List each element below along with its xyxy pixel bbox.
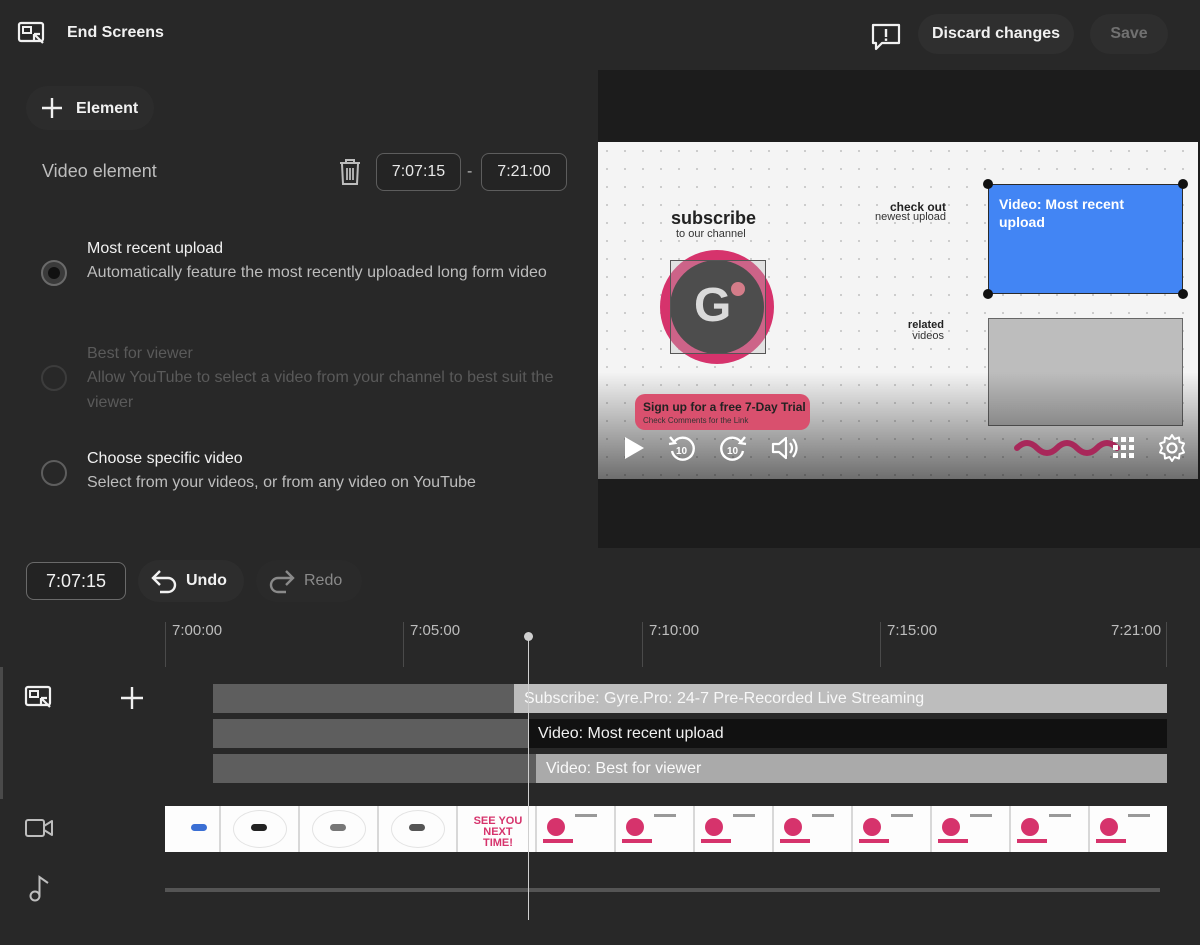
audio-waveform[interactable] [165, 888, 1160, 892]
grid-icon[interactable] [1108, 432, 1140, 464]
decorative-squiggle [1014, 440, 1120, 456]
delete-icon[interactable] [338, 158, 362, 186]
ruler-tick [880, 622, 881, 667]
track-best-for-viewer[interactable]: Video: Best for viewer [536, 754, 1167, 783]
undo-button[interactable]: Undo [138, 560, 244, 602]
add-element-label: Element [76, 100, 139, 117]
ruler-tick [642, 622, 643, 667]
redo-button[interactable]: Redo [256, 560, 362, 602]
filmstrip-frame [932, 806, 1012, 852]
track-most-recent-upload[interactable]: Video: Most recent upload [528, 719, 1167, 748]
radio-choose-specific-video[interactable] [41, 460, 67, 486]
ruler-tick [1166, 622, 1167, 667]
radio-most-recent-upload[interactable] [41, 260, 67, 286]
filmstrip-frame [774, 806, 854, 852]
filmstrip-frame [615, 806, 695, 852]
option-title: Best for viewer [87, 345, 193, 362]
track-2-leadin [213, 719, 529, 748]
resize-handle-top-right[interactable] [1178, 179, 1188, 189]
filmstrip-frame [220, 806, 300, 852]
option-description: Automatically feature the most recently … [87, 264, 547, 281]
start-time-input[interactable]: 7:07:15 [376, 153, 461, 191]
settings-icon[interactable] [1156, 432, 1188, 464]
ruler-label: 7:00:00 [172, 622, 223, 639]
end-screen-track-icon [24, 685, 52, 708]
option-description: Select from your videos, or from any vid… [87, 474, 476, 491]
video-track-icon [25, 819, 53, 837]
radio-best-for-viewer [41, 365, 67, 391]
filmstrip-frame: SEE YOU NEXT TIME! [457, 806, 537, 852]
ruler-label: 7:10:00 [649, 622, 700, 639]
svg-text:10: 10 [727, 446, 739, 457]
filmstrip-frame [378, 806, 458, 852]
filmstrip-frame [1090, 806, 1168, 852]
rewind-10-icon[interactable]: 10 [666, 432, 698, 464]
subscribe-element-box[interactable] [670, 260, 766, 354]
track-group-indicator [0, 667, 3, 799]
ruler-label: 7:15:00 [887, 622, 938, 639]
add-track-element-icon[interactable] [118, 684, 146, 712]
volume-icon[interactable] [769, 432, 801, 464]
forward-10-icon[interactable]: 10 [717, 432, 749, 464]
plus-icon [42, 98, 62, 118]
promo-sub-text: Check Comments for the Link [643, 416, 749, 425]
undo-label: Undo [186, 572, 227, 589]
related-subheading: videos [912, 330, 944, 342]
feedback-icon[interactable] [870, 22, 902, 52]
promo-banner: Sign up for a free 7-Day Trial Check Com… [635, 394, 810, 430]
element-settings-panel: Element Video element 7:07:15 - 7:21:00 … [0, 70, 598, 548]
track-3-leadin [213, 754, 536, 783]
video-element-label: Video: Most recent upload [999, 196, 1124, 230]
redo-label: Redo [304, 572, 343, 589]
option-description: Allow YouTube to select a video from you… [87, 369, 554, 411]
play-icon[interactable] [618, 432, 650, 464]
resize-handle-bottom-left[interactable] [983, 289, 993, 299]
video-filmstrip[interactable]: SEE YOU NEXT TIME! [165, 806, 1168, 852]
track-1-leadin [213, 684, 515, 713]
filmstrip-frame [695, 806, 775, 852]
option-title: Most recent upload [87, 240, 224, 257]
end-screens-editor: End Screens Discard changes Save Element… [0, 0, 1200, 945]
audio-track-icon [29, 875, 49, 902]
save-button[interactable]: Save [1090, 14, 1168, 54]
subscribe-subheading: to our channel [676, 228, 746, 240]
ruler-label: 7:21:00 [1111, 622, 1162, 639]
ruler-tick [403, 622, 404, 667]
filmstrip-frame [1011, 806, 1091, 852]
subscribe-heading: subscribe [671, 208, 757, 228]
resize-handle-top-left[interactable] [983, 179, 993, 189]
time-separator: - [467, 163, 473, 180]
section-title: Video element [42, 161, 157, 181]
track-subscribe[interactable]: Subscribe: Gyre.Pro: 24-7 Pre-Recorded L… [514, 684, 1167, 713]
filmstrip-frame [165, 806, 221, 852]
discard-changes-button[interactable]: Discard changes [918, 14, 1074, 54]
end-time-input[interactable]: 7:21:00 [481, 153, 567, 191]
resize-handle-bottom-right[interactable] [1178, 289, 1188, 299]
option-title: Choose specific video [87, 450, 243, 467]
page-title: End Screens [67, 24, 164, 41]
filmstrip-frame [299, 806, 379, 852]
top-bar: End Screens Discard changes Save [0, 0, 1200, 70]
ruler-tick [165, 622, 166, 667]
playhead-line[interactable] [528, 634, 529, 920]
checkout-subheading: newest upload [875, 211, 946, 223]
add-element-button[interactable]: Element [26, 86, 154, 130]
filmstrip-frame [536, 806, 616, 852]
end-screen-icon [17, 21, 45, 44]
thumb-text: SEE YOU NEXT TIME! [473, 815, 523, 849]
redo-icon [269, 570, 295, 594]
promo-main-text: Sign up for a free 7-Day Trial [643, 400, 806, 414]
playhead-handle[interactable] [524, 632, 533, 641]
filmstrip-frame [853, 806, 933, 852]
undo-icon [151, 570, 177, 594]
video-element-most-recent[interactable]: Video: Most recent upload [988, 184, 1183, 294]
video-preview[interactable]: subscribe to our channel G check out new… [598, 142, 1198, 479]
current-time-display[interactable]: 7:07:15 [26, 562, 126, 600]
svg-text:10: 10 [676, 446, 688, 457]
timeline: 7:00:00 7:05:00 7:10:00 7:15:00 7:21:00 … [0, 612, 1200, 945]
ruler-label: 7:05:00 [410, 622, 461, 639]
